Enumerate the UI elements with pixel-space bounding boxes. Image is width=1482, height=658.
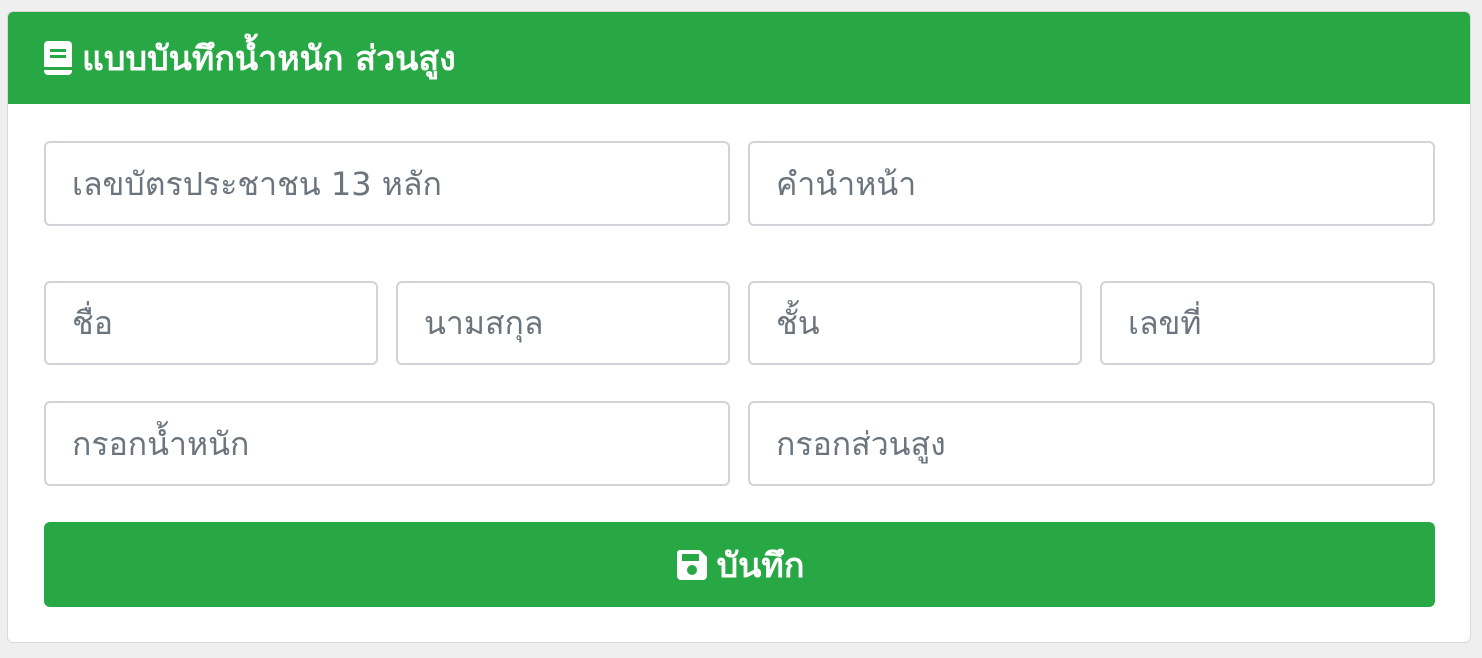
book-icon <box>42 40 74 76</box>
save-button-label: บันทึก <box>716 545 805 586</box>
first-name-input[interactable] <box>44 281 378 365</box>
last-name-input[interactable] <box>396 281 730 365</box>
student-number-input[interactable] <box>1100 281 1435 365</box>
citizen-id-input[interactable] <box>44 141 730 226</box>
save-icon <box>675 548 709 582</box>
weight-input[interactable] <box>44 401 730 486</box>
form-title: แบบบันทึกน้ำหนัก ส่วนสูง <box>82 39 456 79</box>
class-level-input[interactable] <box>748 281 1082 365</box>
weight-height-form-card: แบบบันทึกน้ำหนัก ส่วนสูง บันทึก <box>7 11 1471 643</box>
prefix-input[interactable] <box>748 141 1435 226</box>
card-header: แบบบันทึกน้ำหนัก ส่วนสูง <box>8 12 1470 104</box>
save-button[interactable]: บันทึก <box>44 522 1435 607</box>
height-input[interactable] <box>748 401 1435 486</box>
